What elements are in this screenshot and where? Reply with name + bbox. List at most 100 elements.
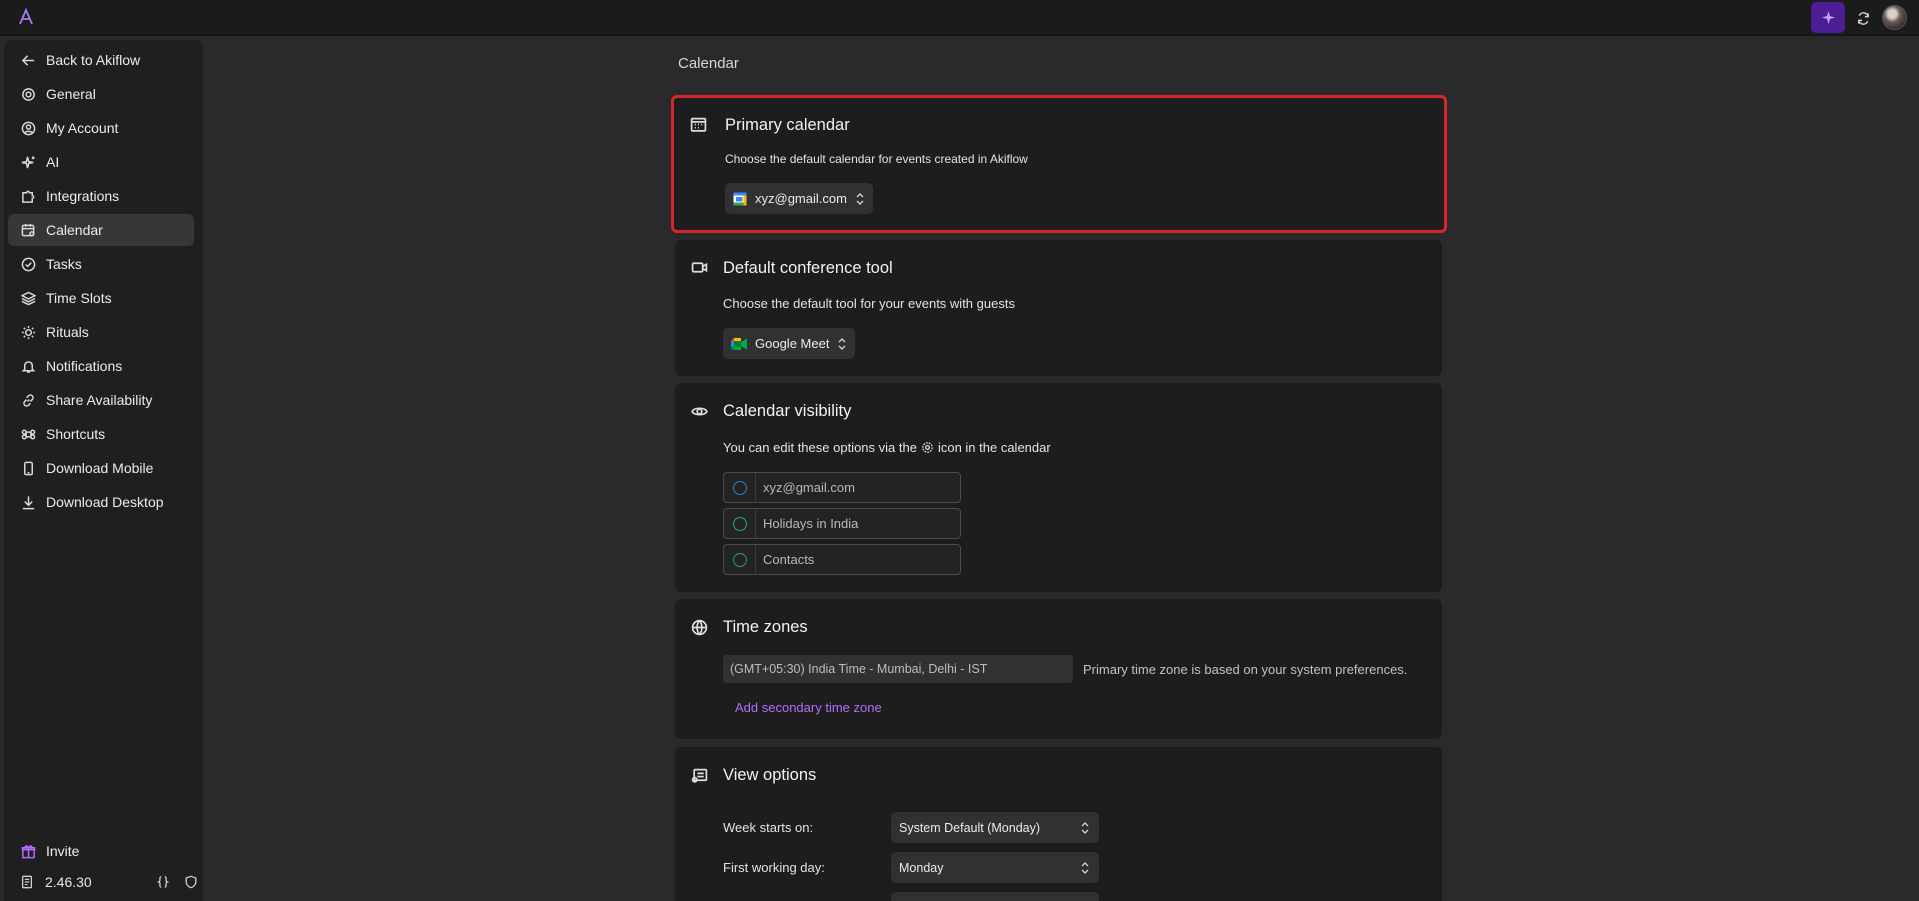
sidebar-item-label: Notifications	[46, 358, 123, 374]
calendar-name: xyz@gmail.com	[763, 480, 855, 495]
phone-icon	[20, 460, 36, 476]
chevron-up-down-icon	[855, 192, 865, 206]
gift-icon	[20, 843, 36, 859]
description-text: You can edit these options via the	[723, 440, 917, 455]
card-description: You can edit these options via the icon …	[723, 440, 1051, 455]
description-text: icon in the calendar	[937, 440, 1051, 455]
calendar-visibility-row[interactable]: Holidays in India	[723, 508, 961, 539]
chevron-up-down-icon	[837, 337, 847, 351]
sidebar-item-label: My Account	[46, 120, 119, 136]
sidebar-item-shortcuts[interactable]: Shortcuts	[8, 418, 194, 450]
sidebar-item-rituals[interactable]: Rituals	[8, 316, 194, 348]
chevron-up-down-icon	[1080, 861, 1090, 875]
sidebar-item-label: Download Desktop	[46, 494, 164, 510]
conference-tool-select[interactable]: Google Meet	[723, 328, 856, 359]
visibility-radio[interactable]	[724, 545, 756, 574]
layers-icon	[20, 290, 36, 306]
sidebar-item-label: Rituals	[46, 324, 89, 340]
sidebar-item-label: Shortcuts	[46, 426, 106, 442]
calendar-name: Holidays in India	[763, 516, 859, 531]
sidebar-item-label: Share Availability	[46, 392, 153, 408]
select-value: Google Meet	[755, 336, 830, 351]
sidebar-item-label: Back to Akiflow	[46, 52, 141, 68]
timezone-note: Primary time zone is based on your syste…	[1083, 662, 1408, 677]
calendar-visibility-card: Calendar visibility You can edit these o…	[675, 383, 1442, 592]
sidebar-item-label: AI	[46, 154, 60, 170]
card-heading: Calendar visibility	[723, 402, 852, 420]
primary-calendar-card: Primary calendar Choose the default cale…	[671, 95, 1447, 233]
card-heading: Time zones	[723, 618, 808, 636]
sidebar-item-label: Calendar	[46, 222, 103, 238]
link-icon	[20, 392, 36, 408]
ai-assistant-button[interactable]	[1811, 2, 1845, 33]
sidebar-item-calendar[interactable]: Calendar	[8, 214, 194, 246]
card-description: Choose the default tool for your events …	[723, 296, 1015, 311]
card-heading: View options	[723, 766, 817, 784]
card-heading: Default conference tool	[723, 259, 893, 277]
sidebar-item-share-availability[interactable]: Share Availability	[8, 384, 194, 416]
sidebar-item-label: Time Slots	[46, 290, 112, 306]
sidebar-item-notifications[interactable]: Notifications	[8, 350, 194, 382]
primary-calendar-select[interactable]: xyz@gmail.com	[725, 183, 873, 214]
sync-button[interactable]	[1852, 7, 1874, 29]
sparkle-icon	[1821, 10, 1835, 25]
bell-icon	[20, 358, 36, 374]
calendar-settings-icon	[20, 222, 36, 238]
akiflow-logo-icon[interactable]	[17, 7, 35, 26]
sidebar-item-label: General	[46, 86, 96, 102]
sidebar-item-download-mobile[interactable]: Download Mobile	[8, 452, 194, 484]
view-settings-icon	[691, 767, 709, 785]
calendar-visibility-row[interactable]: Contacts	[723, 544, 961, 575]
gear-icon	[20, 86, 36, 102]
sidebar-item-general[interactable]: General	[8, 78, 194, 110]
calendar-visibility-row[interactable]: xyz@gmail.com	[723, 472, 961, 503]
version-row: 2.46.30	[8, 870, 198, 896]
google-calendar-icon	[733, 192, 747, 205]
select-value: Monday	[899, 860, 944, 875]
command-icon	[20, 426, 36, 442]
sparkle-icon	[20, 154, 36, 170]
calendar-icon	[690, 116, 708, 134]
first-working-day-select[interactable]: Monday	[891, 852, 1099, 883]
page-title: Calendar	[678, 55, 739, 72]
select-value: System Default (Monday)	[899, 820, 1041, 835]
sidebar-item-label: Download Mobile	[46, 460, 154, 476]
globe-icon	[691, 619, 709, 637]
version-label: 2.46.30	[45, 874, 92, 890]
user-circle-icon	[20, 120, 36, 136]
primary-timezone-field[interactable]: (GMT+05:30) India Time - Mumbai, Delhi -…	[723, 655, 1073, 683]
sidebar-item-integrations[interactable]: Integrations	[8, 180, 194, 212]
visibility-radio[interactable]	[724, 473, 756, 502]
video-camera-icon	[691, 259, 709, 277]
week-starts-label: Week starts on:	[723, 820, 814, 835]
chevron-up-down-icon	[1080, 821, 1090, 835]
add-secondary-timezone-link[interactable]: Add secondary time zone	[735, 700, 882, 715]
puzzle-icon	[20, 188, 36, 204]
download-icon	[20, 494, 36, 510]
conference-tool-card: Default conference tool Choose the defau…	[675, 240, 1442, 376]
settings-sidebar: Back to Akiflow General My Account AI In…	[4, 40, 203, 901]
calendar-name: Contacts	[763, 552, 815, 567]
first-working-day-label: First working day:	[723, 860, 825, 875]
sidebar-item-tasks[interactable]: Tasks	[8, 248, 194, 280]
sidebar-item-my-account[interactable]: My Account	[8, 112, 194, 144]
shield-icon[interactable]	[184, 875, 200, 891]
sun-icon	[20, 324, 36, 340]
invite-button[interactable]: Invite	[8, 835, 194, 867]
user-avatar[interactable]	[1882, 5, 1907, 30]
visibility-radio[interactable]	[724, 509, 756, 538]
week-starts-select[interactable]: System Default (Monday)	[891, 812, 1099, 843]
sync-icon	[1857, 11, 1869, 25]
top-bar	[0, 0, 1919, 36]
changelog-icon[interactable]	[20, 875, 36, 891]
sidebar-item-back[interactable]: Back to Akiflow	[8, 44, 194, 76]
next-option-select[interactable]	[891, 892, 1099, 901]
sidebar-item-download-desktop[interactable]: Download Desktop	[8, 486, 194, 518]
eye-icon	[691, 403, 709, 421]
sidebar-item-ai[interactable]: AI	[8, 146, 194, 178]
sidebar-item-time-slots[interactable]: Time Slots	[8, 282, 194, 314]
code-braces-icon[interactable]	[156, 875, 172, 891]
check-circle-icon	[20, 256, 36, 272]
arrow-left-icon	[20, 52, 36, 68]
sidebar-item-label: Integrations	[46, 188, 120, 204]
